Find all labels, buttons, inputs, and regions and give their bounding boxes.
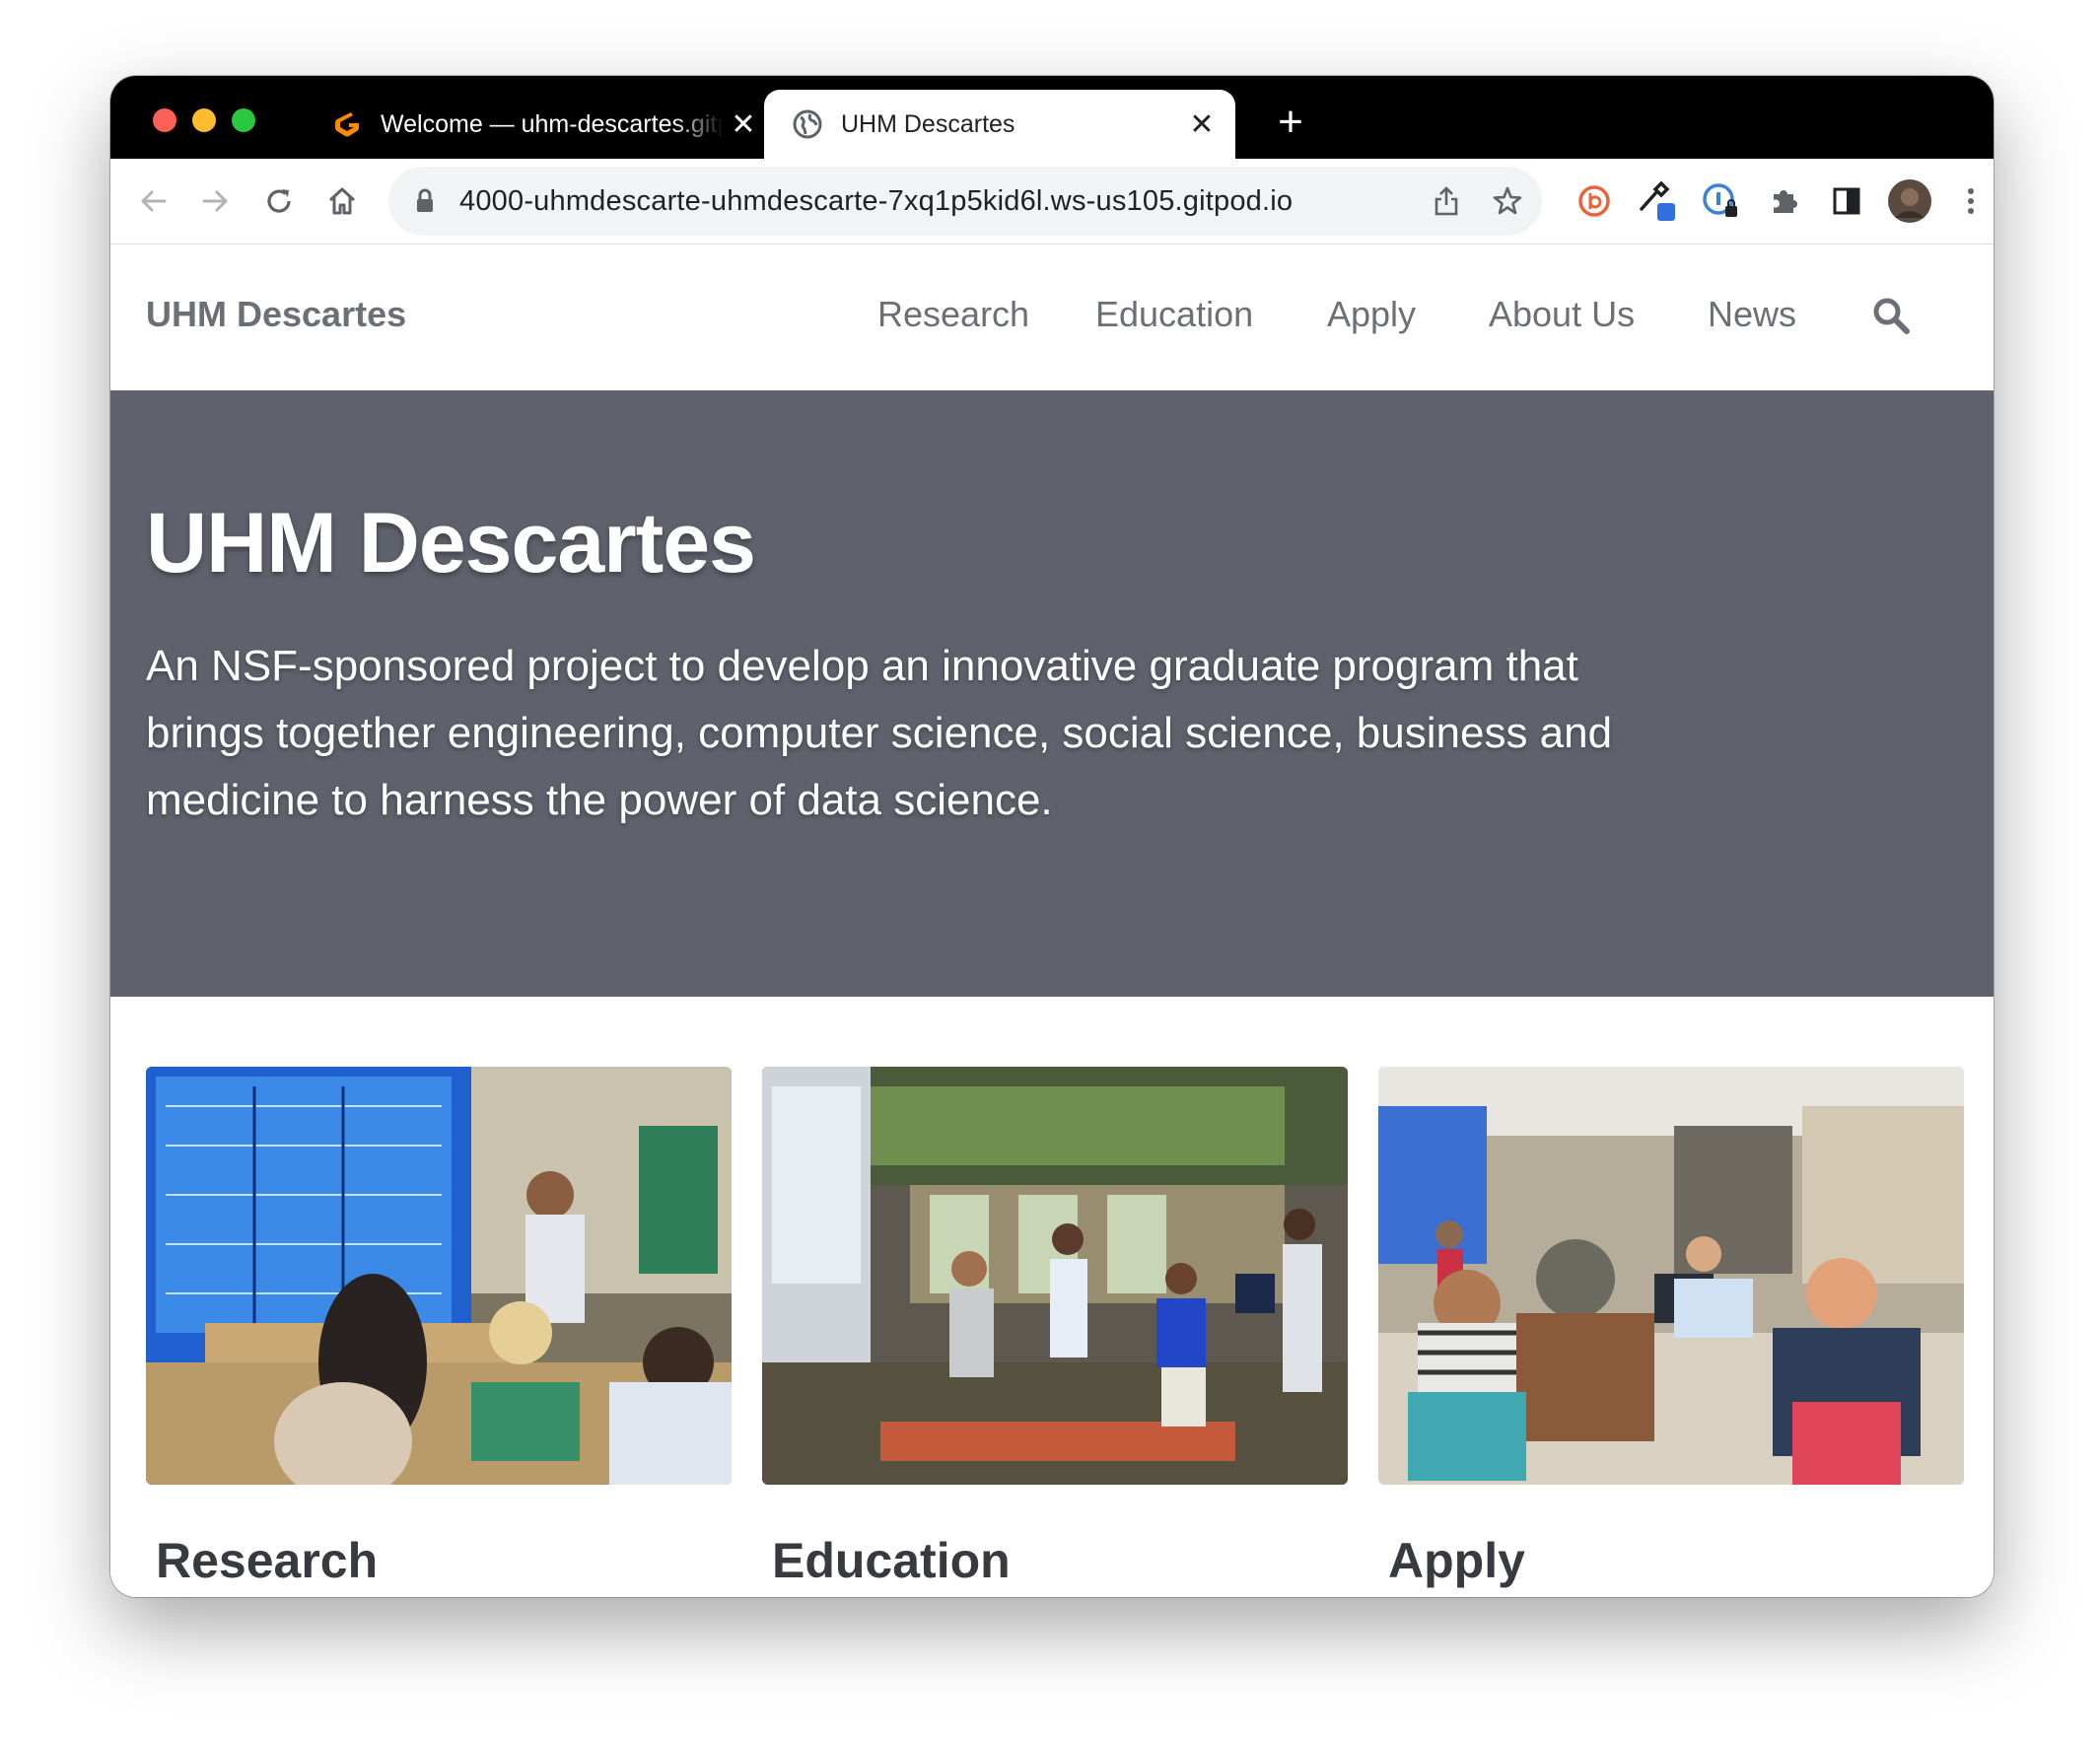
gitpod-icon — [331, 108, 363, 140]
more-menu-icon[interactable] — [1946, 176, 1994, 226]
site-brand-link[interactable]: UHM Descartes — [146, 294, 406, 335]
tab-uhm-descartes[interactable]: UHM Descartes ✕ — [764, 90, 1235, 159]
nav-apply[interactable]: Apply — [1327, 294, 1416, 335]
nav-research[interactable]: Research — [877, 294, 1029, 335]
close-window-button[interactable] — [153, 108, 176, 132]
hero-title: UHM Descartes — [146, 496, 756, 591]
tab-welcome[interactable]: Welcome — uhm-descartes.gitpod.io ✕ — [304, 90, 777, 159]
password-manager-icon[interactable] — [1696, 176, 1745, 226]
profile-avatar[interactable] — [1885, 176, 1934, 226]
maximize-window-button[interactable] — [232, 108, 255, 132]
forward-icon[interactable] — [191, 176, 241, 226]
education-photo[interactable] — [762, 1067, 1348, 1485]
browser-toolbar: 4000-uhmdescarte-uhmdescarte-7xq1p5kid6l… — [110, 159, 1994, 244]
browser-window: Welcome — uhm-descartes.gitpod.io ✕ UHM … — [110, 76, 1994, 1597]
eyedropper-extension-icon[interactable] — [1633, 176, 1682, 226]
research-photo[interactable] — [146, 1067, 732, 1485]
side-panel-icon[interactable] — [1822, 176, 1871, 226]
tab-title: Welcome — uhm-descartes.gitpod.io — [381, 109, 724, 138]
close-tab-icon[interactable]: ✕ — [724, 104, 763, 144]
tab-strip: Welcome — uhm-descartes.gitpod.io ✕ UHM … — [110, 76, 1994, 159]
home-icon[interactable] — [317, 176, 367, 226]
hero-description: An NSF-sponsored project to develop an i… — [146, 642, 1613, 824]
url-text[interactable]: 4000-uhmdescarte-uhmdescarte-7xq1p5kid6l… — [459, 185, 1420, 218]
apply-photo[interactable] — [1378, 1067, 1964, 1485]
web-page: UHM Descartes Research Education Apply A… — [110, 244, 1994, 1597]
globe-icon — [792, 108, 823, 140]
share-icon[interactable] — [1420, 174, 1473, 228]
lock-icon — [410, 188, 440, 214]
address-bar[interactable]: 4000-uhmdescarte-uhmdescarte-7xq1p5kid6l… — [388, 167, 1542, 236]
close-tab-icon[interactable]: ✕ — [1182, 104, 1222, 144]
nav-about-us[interactable]: About Us — [1489, 294, 1635, 335]
reload-icon[interactable] — [254, 176, 304, 226]
card-title-research[interactable]: Research — [156, 1532, 378, 1589]
nav-news[interactable]: News — [1708, 294, 1796, 335]
minimize-window-button[interactable] — [192, 108, 216, 132]
card-title-education[interactable]: Education — [772, 1532, 1011, 1589]
new-tab-button[interactable]: + — [1266, 98, 1315, 147]
tab-title: UHM Descartes — [841, 109, 1015, 138]
bookmark-star-icon[interactable] — [1481, 174, 1534, 228]
extensions-puzzle-icon[interactable] — [1759, 176, 1808, 226]
hero-banner: UHM Descartes An NSF-sponsored project t… — [110, 390, 1994, 997]
nav-education[interactable]: Education — [1095, 294, 1253, 335]
search-icon[interactable] — [1871, 296, 1911, 335]
site-navbar: UHM Descartes Research Education Apply A… — [110, 244, 1994, 390]
extension-b-icon[interactable] — [1570, 176, 1619, 226]
back-icon[interactable] — [128, 176, 177, 226]
card-title-apply[interactable]: Apply — [1388, 1532, 1525, 1589]
